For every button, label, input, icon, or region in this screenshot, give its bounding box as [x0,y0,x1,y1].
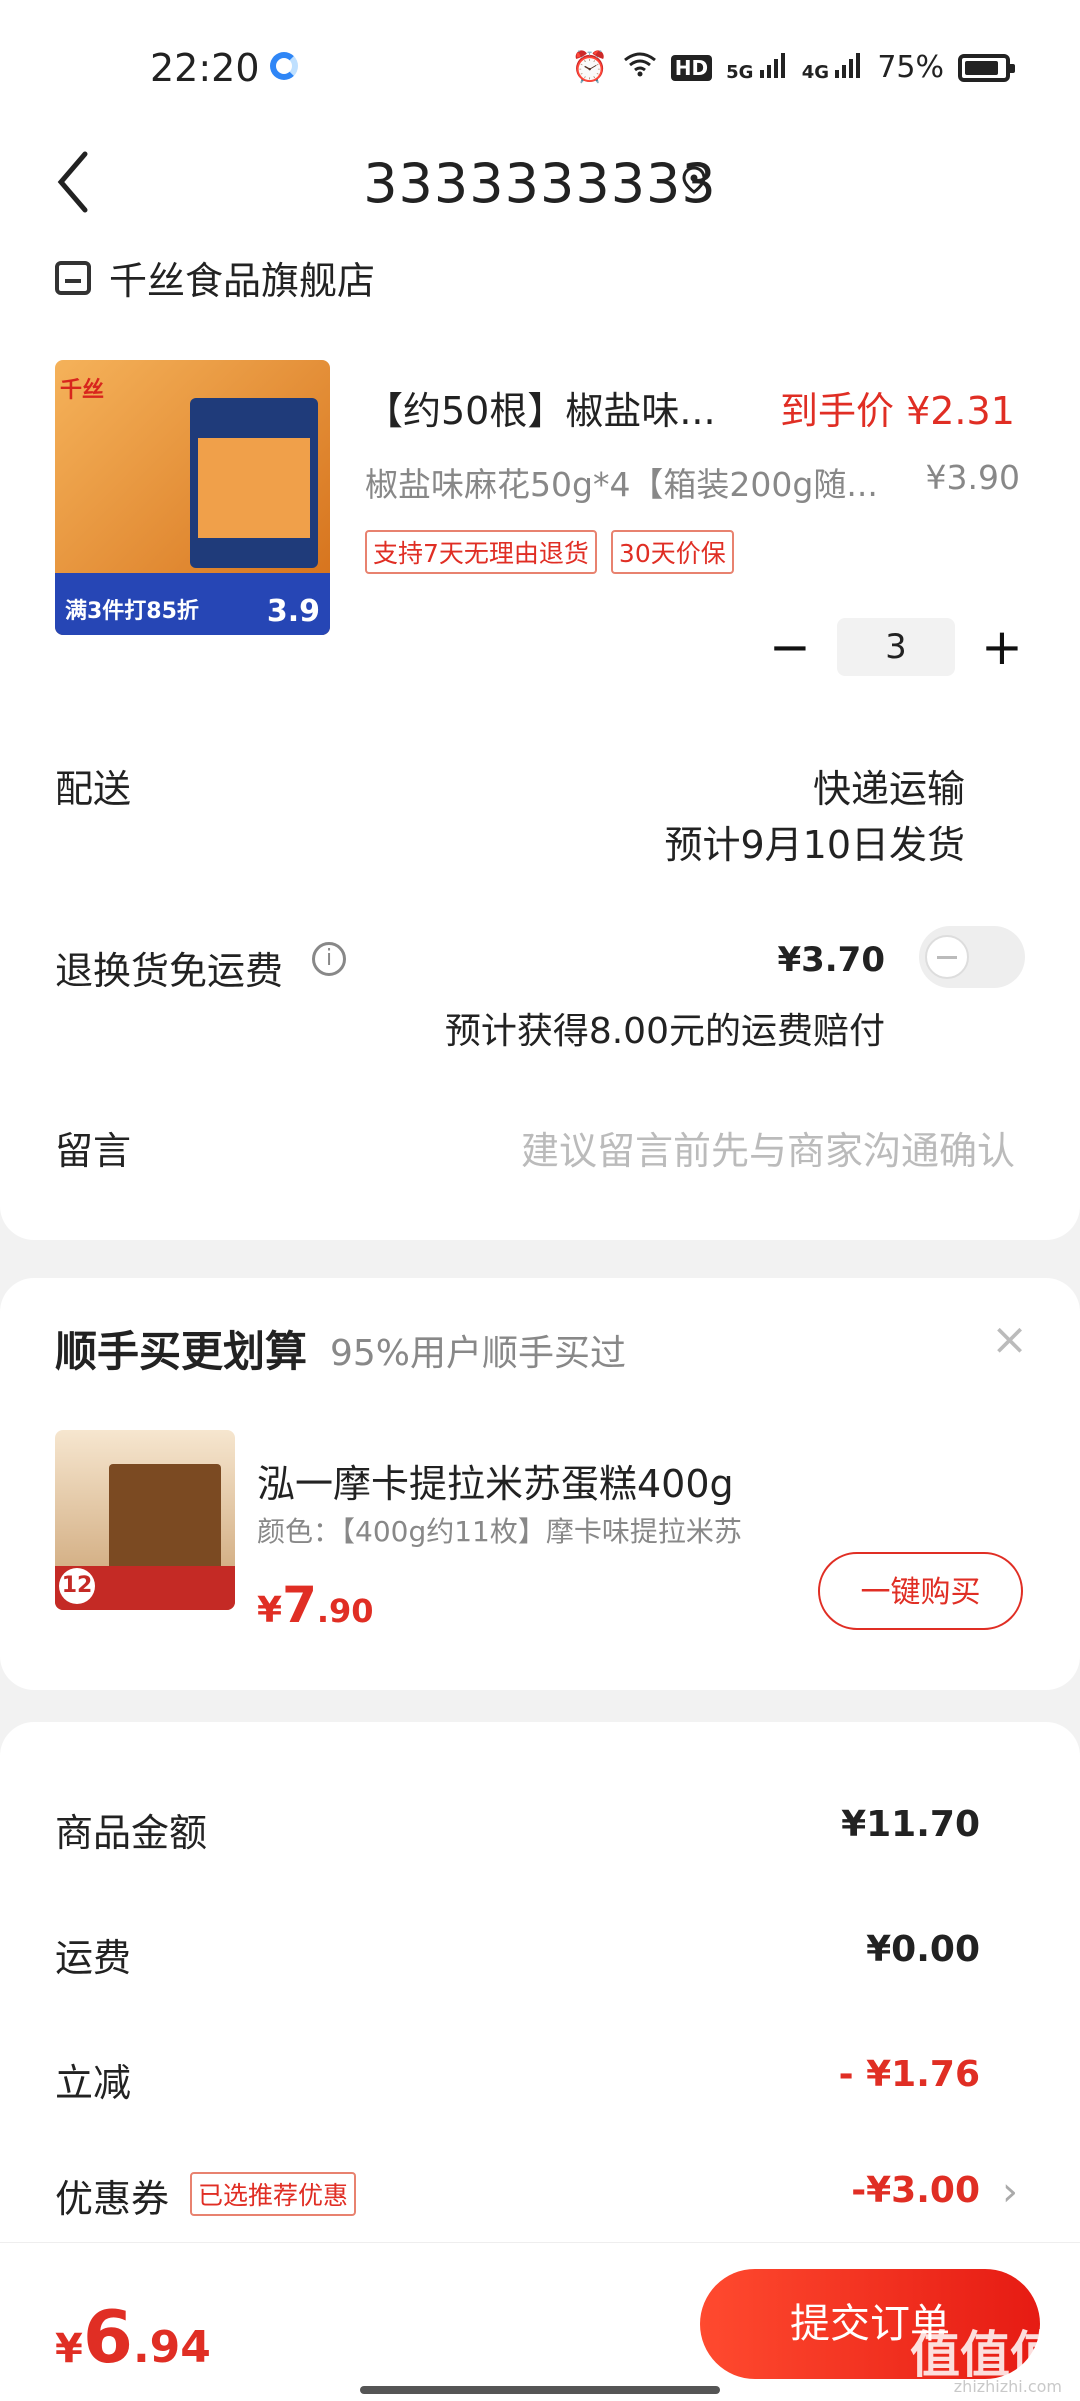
alarm-icon: ⏰ [571,50,609,85]
return-fee-label: 退换货免运费 [55,949,284,993]
upsell-image[interactable]: 12 [55,1430,235,1610]
product-spec[interactable]: 椒盐味麻花50g*4【箱装200g随... [365,458,895,506]
status-time: 22:20 [150,46,260,90]
upsell-image-box [109,1464,221,1574]
location-pin-icon[interactable] [680,166,708,194]
price-protect-badge: 30天价保 [610,530,734,574]
total-price: ¥6.94 [55,2295,211,2379]
upsell-subtitle: 95%用户顺手买过 [330,1333,627,1374]
one-click-buy-button[interactable]: 一键购买 [818,1552,1023,1630]
delivery-label: 配送 [55,767,132,811]
final-price: 到手价 ¥2.31 [780,389,1015,433]
hd-icon: HD [670,54,713,81]
upsell-card: 顺手买更划算 95%用户顺手买过 × 12 泓一摩卡提拉米苏蛋糕400g 颜色：… [0,1278,1080,1690]
product-title[interactable]: 【约50根】椒盐味... [365,380,745,435]
total-int: 6 [82,2295,133,2379]
bottom-bar: ¥6.94 提交订单 值值值 zhizhizhi.com [0,2242,1080,2401]
goods-amount-value: ¥11.70 [841,1804,980,1845]
product-image[interactable]: 千丝 满3件打85折 3.9 [55,360,330,635]
delivery-date: 预计9月10日发货 [664,823,965,867]
signal-5g-label: 5G [726,62,754,83]
upsell-name[interactable]: 泓一摩卡提拉米苏蛋糕400g [257,1453,734,1508]
store-icon [55,260,91,295]
return-fee-price: ¥3.70 [777,940,885,980]
coupon-label: 优惠券 [55,2177,170,2221]
signal-4g-icon: 4G [802,52,864,83]
battery-icon [958,53,1015,82]
status-icons: ⏰ HD 5G 4G 75% [571,50,1015,85]
shipping-label: 运费 [55,1936,132,1980]
quantity-stepper: − 3 + [767,618,1025,676]
service-badges: 支持7天无理由退货 30天价保 [365,530,734,574]
goods-amount-label: 商品金额 [55,1811,208,1855]
discount-label: 立减 [55,2061,132,2105]
product-package [190,398,318,568]
price-summary-card: 商品金额 ¥11.70 运费 ¥0.00 立减 - ¥1.76 优惠券 已选推荐… [0,1722,1080,2242]
home-indicator[interactable] [360,2386,720,2394]
return-fee-toggle[interactable] [919,926,1025,988]
upsell-title: 顺手买更划算 [55,1327,308,1376]
delivery-address[interactable]: 3333333333 [0,152,1080,215]
product-image-price: 3.9 [266,594,320,629]
product-image-banner: 满3件打85折 3.9 [55,573,330,635]
quantity-value[interactable]: 3 [837,618,955,676]
shipping-value: ¥0.00 [866,1929,980,1970]
signal-4g-label: 4G [801,62,830,83]
discount-value: - ¥1.76 [838,2054,980,2095]
app-status-icon [270,52,298,80]
wifi-icon [623,50,657,85]
upsell-price-dec: .90 [316,1592,374,1630]
product-logo: 千丝 [60,378,105,403]
delivery-method[interactable]: 快递运输 [813,758,965,813]
coupon-value[interactable]: -¥3.00 [851,2170,980,2211]
coupon-badge: 已选推荐优惠 [190,2172,357,2216]
upsell-price: ¥7.90 [257,1576,374,1634]
order-item-card: 千丝食品旗舰店 千丝 满3件打85折 3.9 【约50根】椒盐味... 到手价 … [0,230,1080,1240]
upsell-price-int: 7 [282,1576,317,1634]
upsell-image-count: 12 [59,1568,95,1604]
product-image-banner-text: 满3件打85折 [65,599,199,624]
status-bar: 22:20 ⏰ HD 5G 4G 75% [0,0,1080,120]
message-label: 留言 [55,1129,132,1173]
battery-percent: 75% [877,50,944,85]
info-icon[interactable]: i [312,942,346,976]
return-fee-note: 预计获得8.00元的运费赔付 [444,1011,885,1052]
watermark-url: zhizhizhi.com [953,2377,1062,2396]
store-header[interactable]: 千丝食品旗舰店 [55,250,375,305]
upsell-price-currency: ¥ [257,1590,283,1631]
plus-button[interactable]: + [979,622,1025,672]
chevron-right-icon[interactable]: › [1002,2169,1018,2215]
total-currency: ¥ [55,2326,83,2372]
signal-5g-icon: 5G [726,52,788,83]
minus-button[interactable]: − [767,622,813,672]
upsell-spec: 颜色：【400g约11枚】摩卡味提拉米苏 [257,1515,742,1548]
message-input[interactable]: 建议留言前先与商家沟通确认 [521,1120,1015,1175]
toggle-knob [925,935,969,979]
close-icon[interactable]: × [991,1314,1028,1365]
total-dec: .94 [132,2322,211,2373]
original-price: ¥3.90 [925,458,1020,497]
store-name: 千丝食品旗舰店 [109,259,376,303]
return-badge: 支持7天无理由退货 [365,530,597,574]
